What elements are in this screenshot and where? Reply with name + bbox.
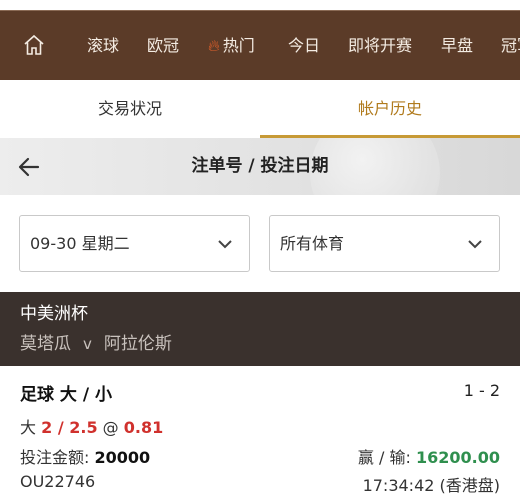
status-strip (0, 0, 520, 10)
date-select[interactable]: 09-30 星期二 (19, 215, 250, 272)
nav-item-upcoming[interactable]: 即将开赛 (348, 35, 412, 57)
nav-item-live[interactable]: 滚球 (87, 35, 119, 57)
nav-item-outright[interactable]: 冠军 (501, 35, 520, 57)
nav-item-hot[interactable]: 🔥︎ 热门 (208, 35, 255, 57)
nav-item-champions-league[interactable]: 欧冠 (147, 35, 179, 57)
bet-type: 足球 大 / 小 (20, 385, 112, 405)
nav-item-early[interactable]: 早盘 (441, 35, 473, 57)
bet-timestamp: 17:34:42 (香港盘) (362, 476, 500, 495)
winloss-row: 赢 / 输: 16200.00 (358, 444, 500, 468)
flame-icon: 🔥︎ (208, 36, 220, 55)
match-score: 1 - 2 (463, 381, 500, 400)
away-team: 阿拉伦斯 (103, 334, 172, 354)
ticket-id: OU22746 (20, 472, 96, 491)
selection-line: 大 2 / 2.5 @ 0.81 (20, 414, 163, 438)
odds-value: 0.81 (123, 418, 164, 437)
page-title: 注单号 / 投注日期 (191, 156, 329, 176)
stake-label: 投注金额: (20, 448, 90, 467)
at-symbol: @ (102, 418, 119, 437)
sport-select-value: 所有体育 (280, 234, 345, 253)
competition-name: 中美洲杯 (20, 304, 88, 324)
match-teams: 莫塔瓜 v 阿拉伦斯 (20, 332, 172, 356)
date-select-value: 09-30 星期二 (30, 234, 130, 253)
handicap-line: 2 / 2.5 (41, 418, 98, 437)
page-header: 注单号 / 投注日期 (0, 138, 520, 195)
selection-side: 大 (20, 418, 37, 437)
winloss-label: 赢 / 输: (357, 448, 411, 467)
match-header: 中美洲杯 莫塔瓜 v 阿拉伦斯 (0, 292, 520, 366)
tab-account-history[interactable]: 帐户历史 (260, 80, 520, 138)
home-team: 莫塔瓜 (20, 334, 71, 354)
nav-item-today[interactable]: 今日 (288, 35, 320, 57)
chevron-down-icon (218, 240, 232, 249)
stake-amount: 20000 (94, 448, 151, 467)
versus-label: v (83, 335, 92, 353)
stake-row: 投注金额: 20000 (20, 444, 150, 468)
sport-select[interactable]: 所有体育 (269, 215, 500, 272)
chevron-down-icon (468, 240, 482, 249)
arrow-left-icon[interactable] (16, 154, 42, 180)
winloss-amount: 16200.00 (415, 448, 500, 467)
tab-bar: 交易状况 帐户历史 (0, 80, 520, 138)
home-icon[interactable] (22, 33, 46, 57)
top-nav: 滚球 欧冠 🔥︎热门 今日 即将开赛 早盘 冠军 (0, 10, 520, 80)
tab-transaction-status[interactable]: 交易状况 (0, 80, 260, 138)
nav-item-hot-label: 热门 (222, 36, 255, 55)
